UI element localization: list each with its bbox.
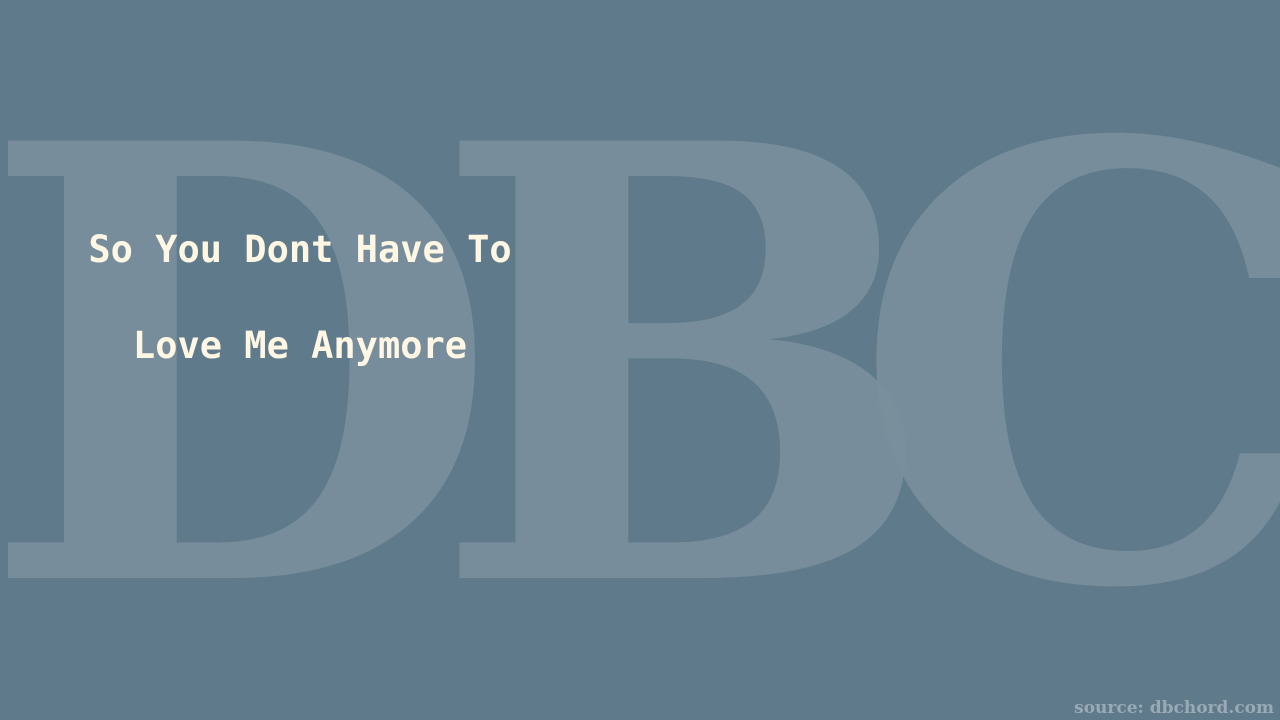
source-credit: source: dbchord.com xyxy=(1074,698,1274,718)
song-title-block: So You Dont Have To Love Me Anymore xyxy=(60,225,540,371)
song-title-line-1: So You Dont Have To xyxy=(88,228,512,271)
watermark-letter-c: C xyxy=(851,15,1280,720)
song-title-line-2: Love Me Anymore xyxy=(132,324,468,367)
